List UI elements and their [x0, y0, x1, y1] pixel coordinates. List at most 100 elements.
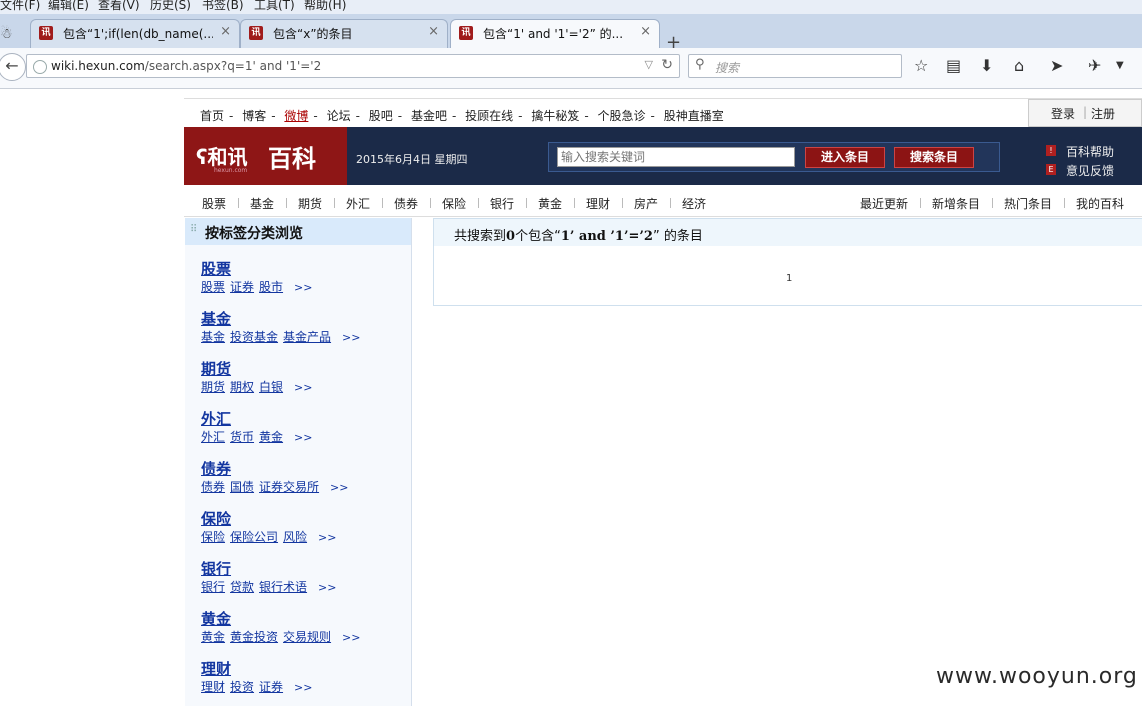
tag-link[interactable]: 证券: [259, 680, 283, 694]
menu-tools[interactable]: 工具(T): [254, 0, 295, 13]
catnav-gold[interactable]: 黄金: [538, 195, 562, 212]
nav-stockbar[interactable]: 股吧: [369, 109, 393, 123]
tag-link[interactable]: 银行: [201, 580, 225, 594]
tag-link[interactable]: 国债: [230, 480, 254, 494]
search-entry-button[interactable]: 搜索条目: [894, 147, 974, 168]
catnav-my-wiki[interactable]: 我的百科: [1076, 195, 1124, 212]
tab-3-active[interactable]: 讯 包含“1' and '1'='2” 的... ×: [450, 19, 660, 49]
menu-edit[interactable]: 编辑(E): [48, 0, 89, 13]
tag-link[interactable]: 黄金投资: [230, 630, 278, 644]
tag-link[interactable]: 基金: [201, 330, 225, 344]
tag-link[interactable]: 证券交易所: [259, 480, 319, 494]
catnav-finance[interactable]: 理财: [586, 195, 610, 212]
nav-home[interactable]: 首页: [200, 109, 224, 123]
tag-link[interactable]: 基金产品: [283, 330, 331, 344]
history-dropdown-icon[interactable]: ▽: [645, 58, 653, 71]
nav-weibo[interactable]: 微博: [284, 109, 308, 123]
register-link[interactable]: 注册: [1091, 105, 1115, 122]
login-link[interactable]: 登录: [1051, 105, 1075, 122]
tab-close-icon[interactable]: ×: [640, 24, 651, 39]
catnav-stocks[interactable]: 股票: [202, 195, 226, 212]
category-title[interactable]: 外汇: [201, 408, 231, 429]
catnav-economy[interactable]: 经济: [682, 195, 706, 212]
tag-link[interactable]: 黄金: [201, 630, 225, 644]
catnav-forex[interactable]: 外汇: [346, 195, 370, 212]
catnav-banks[interactable]: 银行: [490, 195, 514, 212]
more-arrow-icon[interactable]: >>: [294, 431, 312, 444]
home-icon[interactable]: ⌂: [1014, 56, 1024, 75]
tag-link[interactable]: 股票: [201, 280, 225, 294]
more-arrow-icon[interactable]: >>: [294, 381, 312, 394]
tag-link[interactable]: 投资: [230, 680, 254, 694]
category-title[interactable]: 黄金: [201, 608, 231, 629]
more-arrow-icon[interactable]: >>: [318, 581, 336, 594]
firefox-account-icon[interactable]: ☃: [0, 26, 13, 42]
tab-close-icon[interactable]: ×: [220, 24, 231, 39]
catnav-funds[interactable]: 基金: [250, 195, 274, 212]
menu-help[interactable]: 帮助(H): [304, 0, 346, 13]
menu-file[interactable]: 文件(F): [0, 0, 40, 13]
nav-fundbar[interactable]: 基金吧: [411, 109, 447, 123]
back-arrow-icon[interactable]: ←: [0, 53, 26, 81]
menu-history[interactable]: 历史(S): [150, 0, 191, 13]
category-title[interactable]: 理财: [201, 658, 231, 679]
help-link[interactable]: 百科帮助: [1066, 143, 1114, 160]
tag-link[interactable]: 银行术语: [259, 580, 307, 594]
tag-link[interactable]: 交易规则: [283, 630, 331, 644]
tag-link[interactable]: 股市: [259, 280, 283, 294]
tag-link[interactable]: 贷款: [230, 580, 254, 594]
tag-link[interactable]: 债券: [201, 480, 225, 494]
category-title[interactable]: 基金: [201, 308, 231, 329]
enter-entry-button[interactable]: 进入条目: [805, 147, 885, 168]
bookmark-star-icon[interactable]: ☆: [914, 56, 928, 75]
nav-advisor[interactable]: 投顾在线: [465, 109, 513, 123]
more-arrow-icon[interactable]: >>: [342, 631, 360, 644]
tag-link[interactable]: 黄金: [259, 430, 283, 444]
catnav-insurance[interactable]: 保险: [442, 195, 466, 212]
category-title[interactable]: 股票: [201, 258, 231, 279]
address-bar[interactable]: wiki.hexun.com/search.aspx?q=1' and '1'=…: [26, 54, 680, 78]
send-icon[interactable]: ➤: [1050, 56, 1063, 75]
category-title[interactable]: 保险: [201, 508, 231, 529]
wiki-search-input[interactable]: [557, 147, 795, 167]
addon-icon[interactable]: ✈: [1088, 56, 1101, 75]
tag-link[interactable]: 证券: [230, 280, 254, 294]
pagination-page[interactable]: 1: [786, 273, 792, 284]
more-arrow-icon[interactable]: >>: [294, 281, 312, 294]
tag-link[interactable]: 保险: [201, 530, 225, 544]
nav-blog[interactable]: 博客: [242, 109, 266, 123]
more-arrow-icon[interactable]: >>: [342, 331, 360, 344]
tag-link[interactable]: 风险: [283, 530, 307, 544]
menu-dropdown-icon[interactable]: ▼: [1116, 60, 1124, 71]
tab-close-icon[interactable]: ×: [428, 24, 439, 39]
nav-bull[interactable]: 擒牛秘笈: [531, 109, 579, 123]
tag-link[interactable]: 期货: [201, 380, 225, 394]
menu-view[interactable]: 查看(V): [98, 0, 140, 13]
more-arrow-icon[interactable]: >>: [330, 481, 348, 494]
nav-live[interactable]: 股神直播室: [664, 109, 724, 123]
nav-forum[interactable]: 论坛: [327, 109, 351, 123]
catnav-new-entries[interactable]: 新增条目: [932, 195, 980, 212]
tag-link[interactable]: 外汇: [201, 430, 225, 444]
tab-2[interactable]: 讯 包含“x”的条目 ×: [240, 19, 448, 48]
hexun-baike-logo[interactable]: ʕ和讯 hexun.com 百科: [184, 127, 347, 185]
catnav-realestate[interactable]: 房产: [634, 195, 658, 212]
reload-icon[interactable]: ↻: [661, 57, 673, 73]
catnav-recent-updates[interactable]: 最近更新: [860, 195, 908, 212]
more-arrow-icon[interactable]: >>: [294, 681, 312, 694]
nav-stock-clinic[interactable]: 个股急诊: [598, 109, 646, 123]
more-arrow-icon[interactable]: >>: [318, 531, 336, 544]
reading-list-icon[interactable]: ▤: [946, 56, 961, 75]
menu-bookmarks[interactable]: 书签(B): [202, 0, 244, 13]
tag-link[interactable]: 期权: [230, 380, 254, 394]
feedback-link[interactable]: 意见反馈: [1066, 162, 1114, 179]
tag-link[interactable]: 货币: [230, 430, 254, 444]
catnav-futures[interactable]: 期货: [298, 195, 322, 212]
category-title[interactable]: 期货: [201, 358, 231, 379]
tag-link[interactable]: 白银: [259, 380, 283, 394]
tag-link[interactable]: 保险公司: [230, 530, 278, 544]
tag-link[interactable]: 投资基金: [230, 330, 278, 344]
catnav-bonds[interactable]: 债券: [394, 195, 418, 212]
tag-link[interactable]: 理财: [201, 680, 225, 694]
browser-search-box[interactable]: ⚲ 搜索: [688, 54, 902, 78]
